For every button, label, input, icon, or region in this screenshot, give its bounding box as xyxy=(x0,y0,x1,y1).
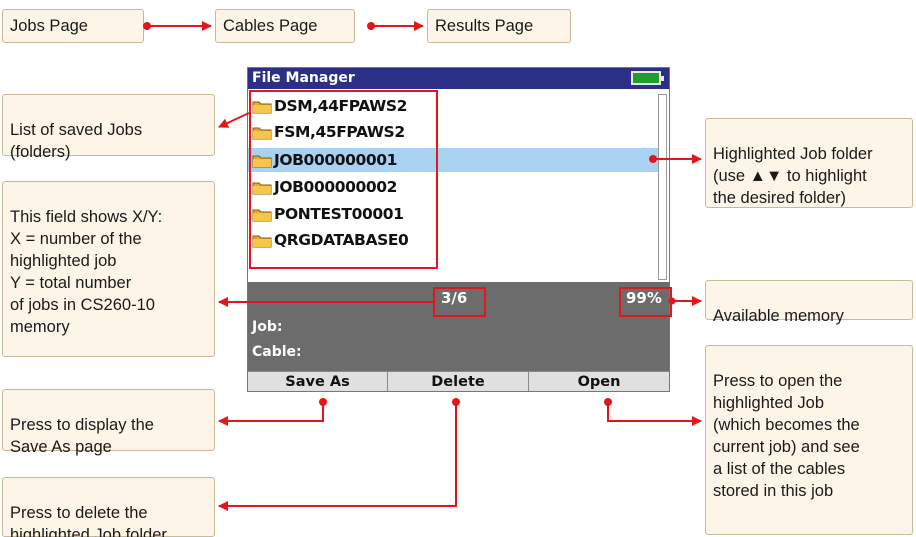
jobs-arrow-dot xyxy=(143,22,151,30)
open-arrow xyxy=(607,402,702,426)
folder-icon xyxy=(252,233,272,248)
save-as-dot xyxy=(319,398,327,406)
save-as-text: Press to display the Save As page xyxy=(10,416,154,456)
cables-page-text: Cables Page xyxy=(223,17,318,35)
open-dot xyxy=(604,398,612,406)
screen-title: File Manager xyxy=(252,70,355,86)
results-page-label: Results Page xyxy=(427,9,571,43)
open-button[interactable]: Open xyxy=(529,372,669,391)
folder-name: JOB000000001 xyxy=(274,151,398,169)
job-folder-list: DSM,44FPAWS2 FSM,45FPAWS2 JOB000000001 J… xyxy=(248,89,658,279)
folder-icon xyxy=(252,207,272,222)
delete-dot xyxy=(452,398,460,406)
folder-icon xyxy=(252,99,272,114)
folder-list-arrow xyxy=(218,112,250,128)
jobs-page-label: Jobs Page xyxy=(2,9,144,43)
folder-row-selected[interactable]: JOB000000001 xyxy=(248,148,658,172)
field-xy-callout: This field shows X/Y: X = number of the … xyxy=(2,181,215,357)
memory-field: 99% xyxy=(626,289,662,307)
open-callout: Press to open the highlighted Job (which… xyxy=(705,345,913,535)
field-xy-text: This field shows X/Y: X = number of the … xyxy=(10,208,163,336)
folder-icon xyxy=(252,180,272,195)
save-as-arrow xyxy=(218,402,324,426)
folder-row[interactable]: PONTEST00001 xyxy=(248,202,658,226)
folder-row[interactable]: FSM,45FPAWS2 xyxy=(248,120,658,144)
folder-row[interactable]: DSM,44FPAWS2 xyxy=(248,94,658,118)
scrollbar[interactable] xyxy=(658,94,667,280)
delete-text: Press to delete the highlighted Job fold… xyxy=(10,504,167,537)
highlighted-folder-callout: Highlighted Job folder (use ▲▼ to highli… xyxy=(705,118,913,208)
status-panel: 3/6 99% Job: Cable: xyxy=(248,282,669,371)
folder-name: FSM,45FPAWS2 xyxy=(274,123,405,141)
open-text: Press to open the highlighted Job (which… xyxy=(713,372,860,500)
memory-text: Available memory xyxy=(713,307,844,325)
job-count-field: 3/6 xyxy=(441,289,468,307)
save-as-button[interactable]: Save As xyxy=(248,372,388,391)
cable-label: Cable: xyxy=(252,344,302,360)
folder-row[interactable]: JOB000000002 xyxy=(248,175,658,199)
cables-arrow-dot xyxy=(367,22,375,30)
battery-icon xyxy=(631,71,664,85)
folder-row[interactable]: QRGDATABASE0 xyxy=(248,228,658,252)
job-label: Job: xyxy=(252,319,283,335)
screen-title-bar: File Manager xyxy=(248,68,669,89)
folder-name: JOB000000002 xyxy=(274,178,398,196)
delete-arrow xyxy=(218,402,457,511)
delete-button[interactable]: Delete xyxy=(388,372,529,391)
saved-jobs-callout: List of saved Jobs (folders) xyxy=(2,94,215,161)
cables-page-label: Cables Page xyxy=(215,9,355,43)
results-page-text: Results Page xyxy=(435,17,534,35)
folder-icon xyxy=(252,125,272,140)
folder-name: QRGDATABASE0 xyxy=(274,231,409,249)
save-as-callout: Press to display the Save As page xyxy=(2,389,215,456)
softkey-bar: Save As Delete Open xyxy=(248,371,669,391)
delete-callout: Press to delete the highlighted Job fold… xyxy=(2,477,215,537)
folder-name: DSM,44FPAWS2 xyxy=(274,97,407,115)
highlighted-folder-text: Highlighted Job folder (use ▲▼ to highli… xyxy=(713,145,873,207)
folder-icon xyxy=(252,153,272,168)
jobs-page-text: Jobs Page xyxy=(10,17,88,35)
memory-callout: Available memory xyxy=(705,280,913,325)
folder-name: PONTEST00001 xyxy=(274,205,404,223)
saved-jobs-text: List of saved Jobs (folders) xyxy=(10,121,143,161)
file-manager-screen: File Manager DSM,44FPAWS2 FSM,45FPAWS2 J… xyxy=(247,67,670,392)
